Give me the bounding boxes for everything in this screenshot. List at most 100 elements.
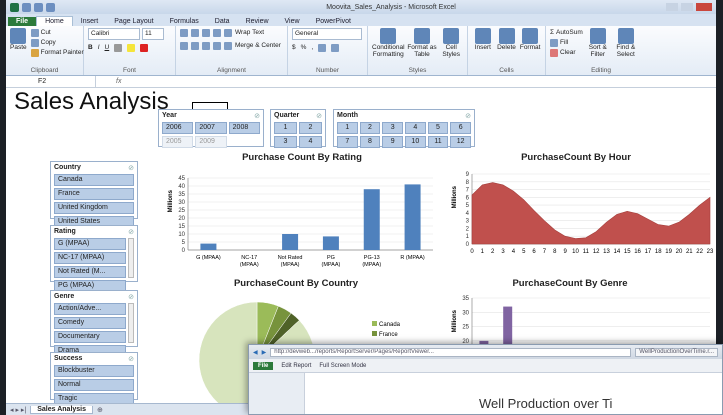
italic-button[interactable]: I xyxy=(98,43,100,53)
font-name-select[interactable]: Calibri xyxy=(88,28,140,40)
slicer-item[interactable]: 8 xyxy=(359,136,381,148)
bold-button[interactable]: B xyxy=(88,43,93,53)
slicer-item[interactable]: 4 xyxy=(299,136,322,148)
slicer-item[interactable]: 4 xyxy=(404,122,426,134)
slicer-item[interactable]: 7 xyxy=(337,136,358,148)
comma-button[interactable]: , xyxy=(311,43,313,53)
align-center-icon[interactable] xyxy=(191,42,199,50)
format-painter-button[interactable]: Format Painter xyxy=(30,48,84,58)
slicer-item[interactable]: Not Rated (M... xyxy=(54,266,126,278)
clear-filter-icon[interactable]: ⊘ xyxy=(128,228,134,236)
decrease-decimal-icon[interactable] xyxy=(331,44,340,52)
name-box[interactable]: F2 xyxy=(6,76,96,87)
clear-filter-icon[interactable]: ⊘ xyxy=(254,112,260,120)
align-top-icon[interactable] xyxy=(180,29,188,37)
minimize-icon[interactable] xyxy=(666,3,678,11)
clear-button[interactable]: Clear xyxy=(550,48,583,58)
increase-decimal-icon[interactable] xyxy=(318,44,327,52)
ribbon-tab-file[interactable]: File xyxy=(8,17,37,26)
wrap-text-button[interactable]: Wrap Text xyxy=(235,28,264,38)
ribbon-tab-home[interactable]: Home xyxy=(36,16,73,26)
slicer-item[interactable]: NC-17 (MPAA) xyxy=(54,252,126,264)
clear-filter-icon[interactable]: ⊘ xyxy=(316,112,322,120)
font-color-icon[interactable] xyxy=(140,44,149,52)
ribbon-tab-page-layout[interactable]: Page Layout xyxy=(106,17,161,26)
slicer-item[interactable]: 1 xyxy=(337,122,358,134)
browser-window[interactable]: ◀ ▶ http://devweb.../reports/ReportServe… xyxy=(248,344,723,415)
slicer-item[interactable]: 3 xyxy=(382,122,403,134)
slicer-item[interactable]: Comedy xyxy=(54,317,126,329)
ribbon-tab-view[interactable]: View xyxy=(277,17,308,26)
close-icon[interactable] xyxy=(696,3,712,11)
slicer-item[interactable]: 12 xyxy=(450,136,471,148)
slicer-item[interactable]: G (MPAA) xyxy=(54,238,126,250)
fill-button[interactable]: Fill xyxy=(550,38,583,48)
edit-report-button[interactable]: Edit Report xyxy=(281,363,311,369)
slicer-item[interactable]: 5 xyxy=(427,122,449,134)
align-bottom-icon[interactable] xyxy=(202,29,210,37)
clear-filter-icon[interactable]: ⊘ xyxy=(128,164,134,172)
clear-filter-icon[interactable]: ⊘ xyxy=(465,112,471,120)
paste-button[interactable]: Paste xyxy=(10,28,27,58)
url-field[interactable]: http://devweb.../reports/ReportServer/Pa… xyxy=(270,347,632,357)
currency-button[interactable]: $ xyxy=(292,43,296,53)
slicer-item[interactable]: 2009 xyxy=(195,136,227,148)
slicer-item[interactable]: Blockbuster xyxy=(54,365,134,377)
cut-button[interactable]: Cut xyxy=(30,28,84,38)
slicer-item[interactable]: 11 xyxy=(427,136,449,148)
slicer-scrollbar[interactable] xyxy=(128,238,134,278)
slicer-item[interactable]: United Kingdom xyxy=(54,202,134,214)
clear-filter-icon[interactable]: ⊘ xyxy=(128,293,134,301)
ribbon-tab-powerpivot[interactable]: PowerPivot xyxy=(308,17,359,26)
back-icon[interactable]: ◀ xyxy=(253,349,258,356)
slicer-scrollbar[interactable] xyxy=(128,303,134,343)
ribbon-tab-data[interactable]: Data xyxy=(207,17,238,26)
ribbon-tab-formulas[interactable]: Formulas xyxy=(162,17,207,26)
merge-center-button[interactable]: Merge & Center xyxy=(235,41,281,51)
align-left-icon[interactable] xyxy=(180,42,188,50)
save-icon[interactable] xyxy=(22,2,31,12)
slicer-item[interactable]: 2006 xyxy=(162,122,194,134)
slicer-item[interactable]: 2 xyxy=(359,122,381,134)
slicer-item[interactable]: 10 xyxy=(404,136,426,148)
font-size-select[interactable]: 11 xyxy=(142,28,164,40)
restore-icon[interactable] xyxy=(681,3,693,11)
forward-icon[interactable]: ▶ xyxy=(262,349,267,356)
sheet-nav-arrows-icon[interactable]: ◂ ▸ ▸| xyxy=(6,406,30,414)
slicer-item[interactable]: 9 xyxy=(382,136,403,148)
undo-icon[interactable] xyxy=(34,2,43,12)
slicer-item[interactable]: 3 xyxy=(274,136,297,148)
slicer-item[interactable]: Action/Adve... xyxy=(54,303,126,315)
function-icon[interactable]: fx xyxy=(96,78,121,85)
underline-button[interactable]: U xyxy=(105,43,110,53)
full-screen-button[interactable]: Full Screen Mode xyxy=(319,363,366,369)
slicer-item[interactable]: France xyxy=(54,188,134,200)
redo-icon[interactable] xyxy=(46,2,55,12)
slicer-item[interactable]: 2005 xyxy=(162,136,194,148)
slicer-item[interactable]: Documentary xyxy=(54,331,126,343)
slicer-item[interactable]: 2008 xyxy=(228,122,260,134)
percent-button[interactable]: % xyxy=(301,43,307,53)
indent-icon[interactable] xyxy=(213,42,221,50)
clear-filter-icon[interactable]: ⊘ xyxy=(128,355,134,363)
slicer-item[interactable]: 2 xyxy=(299,122,322,134)
orientation-icon[interactable] xyxy=(213,29,221,37)
align-right-icon[interactable] xyxy=(202,42,210,50)
sheet-tab-sales-analysis[interactable]: Sales Analysis xyxy=(30,405,94,414)
slicer-item[interactable]: 1 xyxy=(274,122,297,134)
report-file-button[interactable]: File xyxy=(253,361,274,370)
align-middle-icon[interactable] xyxy=(191,29,199,37)
slicer-item[interactable]: Canada xyxy=(54,174,134,186)
autosum-button[interactable]: Σ AutoSum xyxy=(550,28,583,38)
fill-color-icon[interactable] xyxy=(127,44,136,52)
border-icon[interactable] xyxy=(114,44,123,52)
slicer-item[interactable]: 2007 xyxy=(195,122,227,134)
ribbon-tab-review[interactable]: Review xyxy=(238,17,277,26)
new-sheet-icon[interactable]: ⊕ xyxy=(93,406,107,414)
number-format-select[interactable]: General xyxy=(292,28,362,40)
browser-tab[interactable]: WellProductionOverTime.r... xyxy=(635,347,718,357)
ribbon-tab-insert[interactable]: Insert xyxy=(73,17,107,26)
copy-button[interactable]: Copy xyxy=(30,38,84,48)
slicer-item[interactable]: Normal xyxy=(54,379,134,391)
slicer-item[interactable]: 6 xyxy=(450,122,471,134)
